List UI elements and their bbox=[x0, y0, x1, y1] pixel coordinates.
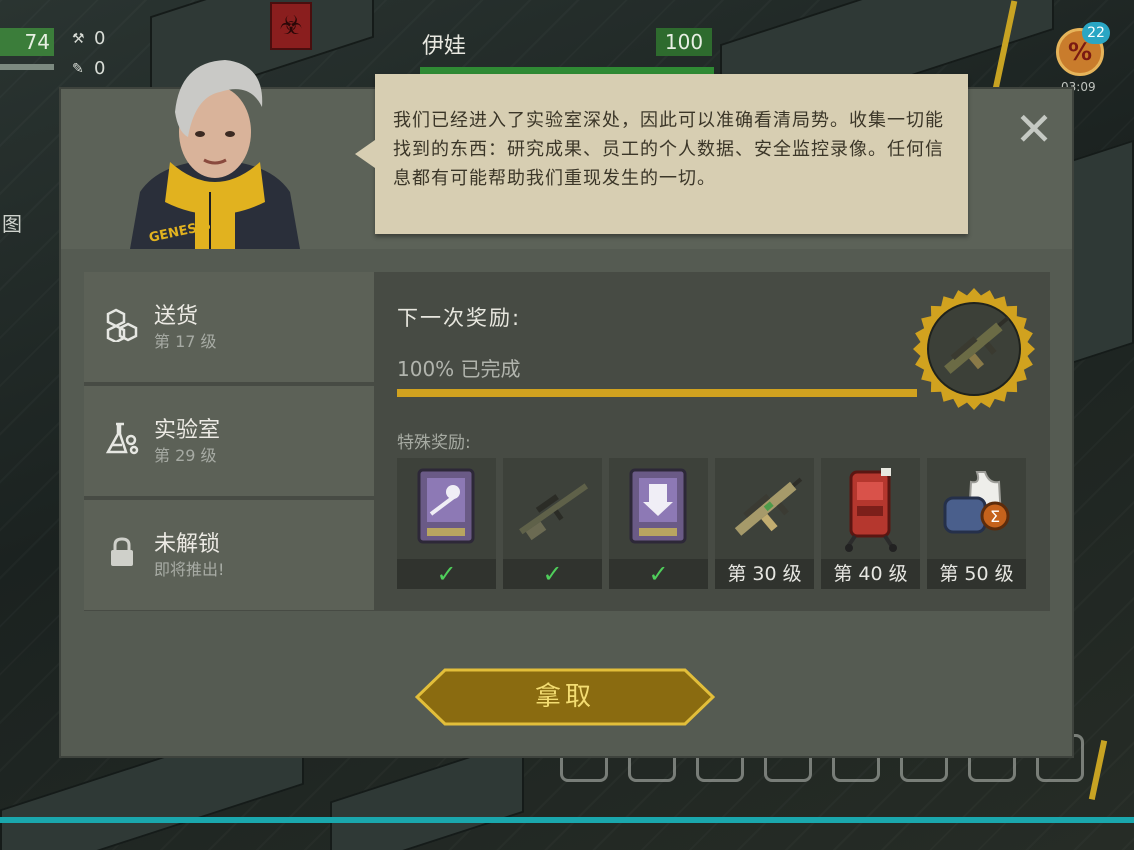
wrench-icon: ⚒ bbox=[72, 30, 85, 47]
claim-button[interactable]: 拿取 bbox=[415, 668, 715, 726]
menu-item-title: 实验室 bbox=[154, 418, 221, 443]
speech-bubble: 我们已经进入了实验室深处，因此可以准确看清局势。收集一切能找到的东西：研究成果、… bbox=[355, 74, 968, 234]
progress-fill bbox=[397, 389, 917, 397]
progress-bar bbox=[397, 389, 917, 397]
bottom-hud-line bbox=[0, 817, 1134, 823]
reward-slot[interactable]: ✓ bbox=[503, 458, 602, 589]
menu-item-title: 未解锁 bbox=[154, 532, 221, 557]
claimed-check-icon: ✓ bbox=[397, 559, 496, 589]
note-icon: ✎ bbox=[72, 60, 84, 77]
menu-item-title: 送货 bbox=[154, 304, 199, 329]
menu-item-subtitle: 第 29 级 bbox=[154, 446, 217, 465]
reward-slot[interactable]: 第 40 级 bbox=[821, 458, 920, 589]
progress-text: 100% 已完成 bbox=[397, 357, 521, 381]
lock-icon bbox=[104, 534, 140, 570]
slot-level-requirement: 第 30 级 bbox=[715, 559, 814, 589]
close-button[interactable]: ✕ bbox=[1010, 106, 1058, 155]
floor-tile bbox=[1070, 139, 1134, 365]
claimed-check-icon: ✓ bbox=[609, 559, 708, 589]
reward-slot[interactable]: Σ 第 50 级 bbox=[927, 458, 1026, 589]
player-level: 74 bbox=[0, 28, 54, 56]
character-hp: 100 bbox=[656, 28, 712, 56]
biohazard-sign-icon: ☣ bbox=[270, 2, 312, 50]
special-rewards-label: 特殊奖励: bbox=[397, 433, 471, 453]
reward-slot[interactable]: ✓ bbox=[609, 458, 708, 589]
skull-card-icon bbox=[417, 468, 475, 544]
clothing-bundle-icon: Σ bbox=[943, 471, 1010, 534]
assault-rifle-icon bbox=[734, 477, 803, 536]
menu-item-delivery[interactable]: 送货 第 17 级 bbox=[84, 272, 374, 382]
hud-stat-a: ⚒ 0 bbox=[72, 28, 105, 49]
menu-item-subtitle: 即将推出! bbox=[154, 560, 225, 579]
map-label[interactable]: 图 bbox=[2, 208, 22, 237]
menu-item-locked[interactable]: 未解锁 即将推出! bbox=[84, 500, 374, 610]
next-reward-badge[interactable] bbox=[912, 287, 1036, 411]
claim-button-label: 拿取 bbox=[534, 682, 595, 712]
character-portrait: GENESIS bbox=[130, 60, 300, 249]
svg-text:Σ: Σ bbox=[990, 507, 1000, 526]
hud-stat-a-value: 0 bbox=[94, 28, 106, 49]
reward-slot[interactable]: 第 30 级 bbox=[715, 458, 814, 589]
menu-item-laboratory[interactable]: 实验室 第 29 级 bbox=[84, 386, 374, 496]
character-name: 伊娃 bbox=[422, 34, 467, 59]
sniper-rifle-icon bbox=[519, 483, 589, 541]
arrow-card-icon bbox=[629, 468, 687, 544]
flask-icon bbox=[104, 420, 140, 456]
claimed-check-icon: ✓ bbox=[503, 559, 602, 589]
reward-slot[interactable]: ✓ bbox=[397, 458, 496, 589]
slot-level-requirement: 第 50 级 bbox=[927, 559, 1026, 589]
next-reward-label: 下一次奖励: bbox=[397, 306, 522, 330]
menu-item-subtitle: 第 17 级 bbox=[154, 332, 217, 351]
red-backpack-icon bbox=[845, 468, 897, 552]
player-xp-bar bbox=[0, 64, 54, 70]
slot-level-requirement: 第 40 级 bbox=[821, 559, 920, 589]
boxes-icon bbox=[104, 306, 140, 344]
promo-count-badge: 22 bbox=[1082, 22, 1110, 44]
